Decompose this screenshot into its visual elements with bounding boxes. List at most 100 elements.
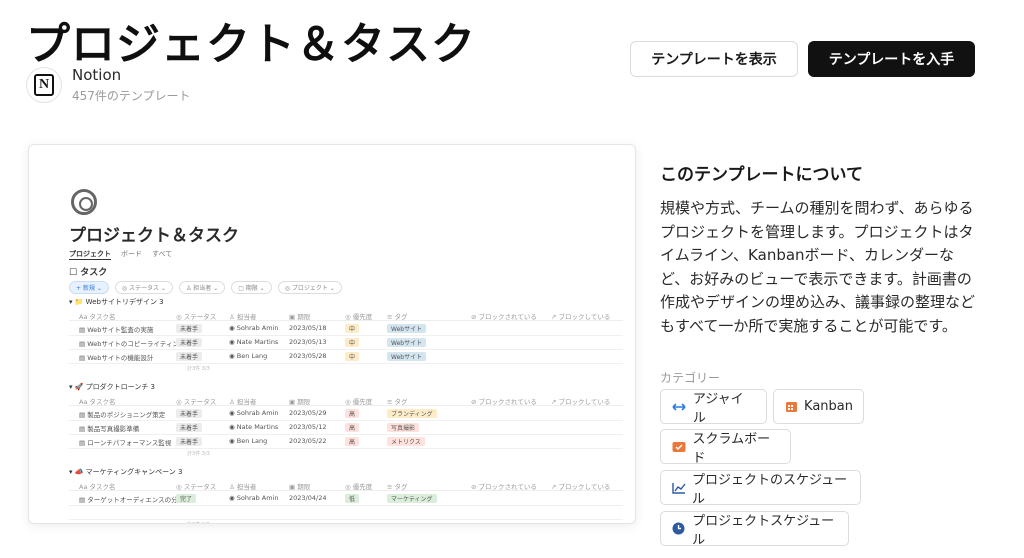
preview-cell: 2023/05/12 [289, 423, 327, 431]
preview-column-header: ♙ 担当者 [229, 313, 257, 321]
preview-table-row: ▤ 製品のポジショニング策定 未着手 ◉ Sohrab Amin 2023/05/29… [69, 407, 623, 421]
preview-filter: ♙ 担当者 ⌄ [178, 281, 226, 294]
preview-cell: 中 [345, 324, 360, 333]
preview-cell: Webサイト [387, 352, 427, 361]
preview-cell: Webサイト [387, 338, 427, 347]
preview-column-header: ▣ 期限 [289, 398, 311, 406]
preview-cell: 未着手 [176, 352, 203, 361]
preview-cell: ◉ Ben Lang [229, 437, 268, 445]
preview-column-header: ▣ 期限 [289, 313, 311, 321]
preview-column-header: ≡ タグ [387, 313, 408, 321]
preview-chip: Webサイト [387, 338, 427, 347]
preview-cell: メトリクス [387, 437, 425, 446]
preview-column-header: ↗ ブロックしている [551, 398, 611, 406]
preview-column-header: ▣ 期限 [289, 483, 311, 491]
preview-cell: 中 [345, 352, 360, 361]
preview-chip: Webサイト [387, 352, 427, 361]
preview-header-row: Aa タスク名 ◎ ステータス ♙ 担当者 ▣ 期限 ◎ 優先度 ≡ タグ ⊘ ブロックされ… [69, 309, 623, 321]
preview-chip: メトリクス [387, 437, 425, 446]
view-template-button[interactable]: テンプレートを表示 [630, 41, 798, 77]
category-agile[interactable]: アジャイル [660, 389, 767, 426]
preview-chip: Webサイト [387, 324, 427, 333]
get-template-button[interactable]: テンプレートを入手 [808, 41, 975, 77]
preview-chip: 高 [345, 409, 360, 418]
target-icon [71, 189, 97, 215]
preview-group-title: ▾ 📣 マーケティングキャンペーン 3 [69, 468, 183, 476]
preview-cell: 未着手 [176, 409, 203, 418]
preview-cell: 完了 [176, 494, 197, 503]
preview-views: プロジェクト ボード すべて [69, 249, 172, 260]
preview-column-header: ◎ ステータス [176, 398, 217, 406]
preview-chip: 未着手 [176, 338, 203, 347]
about-title: このテンプレートについて [660, 165, 863, 185]
preview-cell: ◉ Nate Martins [229, 423, 279, 431]
preview-view-tab: すべて [152, 250, 173, 258]
preview-cell: 高 [345, 423, 360, 432]
notion-logo-icon: N [26, 67, 62, 103]
preview-chip: ブランディング [387, 409, 437, 418]
preview-filter: ◎ プロジェクト ⌄ [277, 281, 342, 294]
preview-column-header: ⊘ ブロックされている [471, 313, 537, 321]
preview-chip: 中 [345, 352, 360, 361]
preview-table-row: ▤ Webサイトのコピーライティング 未着手 ◉ Nate Martins 2023/… [69, 336, 623, 350]
preview-column-header: ≡ タグ [387, 483, 408, 491]
category-label-text: Kanban [804, 399, 853, 414]
clock-icon [671, 521, 686, 537]
preview-table-row: ▤ ローンチパフォーマンス監視 未着手 ◉ Ben Lang 2023/05/22 高 メ… [69, 435, 623, 449]
preview-cell: 低 [345, 494, 360, 503]
preview-column-header: ◎ 優先度 [345, 398, 373, 406]
preview-column-header: ⊘ ブロックされている [471, 483, 537, 491]
preview-cell: ▤ Webサイト監査の実施 [79, 326, 154, 334]
preview-column-header: ◎ 優先度 [345, 313, 373, 321]
chart-line-icon [671, 480, 686, 496]
preview-column-header: ↗ ブロックしている [551, 483, 611, 491]
preview-cell: マーケティング [387, 494, 437, 503]
template-preview[interactable]: プロジェクト＆タスク プロジェクト ボード すべて ☐ タスク + 新規 ⌄ ◎… [28, 144, 636, 524]
preview-view-tab: ボード [121, 250, 142, 258]
preview-cell: 2023/05/28 [289, 352, 327, 360]
board-icon [671, 439, 686, 455]
category-scrum-board[interactable]: スクラムボード [660, 429, 791, 466]
preview-column-header: Aa タスク名 [79, 483, 116, 491]
preview-cell: ▤ 製品のポジショニング策定 [79, 411, 166, 419]
preview-chip: 未着手 [176, 423, 203, 432]
category-label-text: スクラムボード [692, 431, 771, 466]
preview-cell: ▤ Webサイトの機能設計 [79, 354, 154, 362]
calendar-icon [784, 399, 798, 415]
preview-cell: 写真撮影 [387, 423, 420, 432]
preview-view-tab: プロジェクト [69, 250, 111, 260]
preview-group-footer: 計3件 3/3 [187, 451, 210, 457]
preview-cell: ▤ ターゲットオーディエンスの分析 [79, 496, 185, 504]
preview-chip: 高 [345, 423, 360, 432]
category-kanban[interactable]: Kanban [773, 389, 864, 424]
category-label-text: アジャイル [692, 391, 744, 426]
preview-cell: 高 [345, 409, 360, 418]
preview-chip: 未着手 [176, 324, 203, 333]
preview-table-row: ▤ ターゲットオーディエンスの分析 完了 ◉ Sohrab Amin 2023/04/… [69, 492, 623, 506]
preview-cell: ◉ Ben Lang [229, 352, 268, 360]
preview-chip: 未着手 [176, 352, 203, 361]
preview-chip: 中 [345, 324, 360, 333]
preview-header-row: Aa タスク名 ◎ ステータス ♙ 担当者 ▣ 期限 ◎ 優先度 ≡ タグ ⊘ ブロックされ… [69, 479, 623, 491]
preview-filter: + 新規 ⌄ [69, 281, 109, 294]
preview-table-row: ▤ Webサイトの機能設計 未着手 ◉ Ben Lang 2023/05/28 中 Web… [69, 350, 623, 364]
page-title: プロジェクト＆タスク [26, 19, 476, 70]
preview-cell: 未着手 [176, 324, 203, 333]
preview-chip: 未着手 [176, 409, 203, 418]
preview-cell: ▤ 製品写真撮影準備 [79, 425, 140, 433]
preview-column-header: ◎ 優先度 [345, 483, 373, 491]
category-project-schedule-2[interactable]: プロジェクトスケジュール [660, 511, 849, 548]
preview-cell: 2023/05/22 [289, 437, 327, 445]
creator[interactable]: N Notion 457件のテンプレート [26, 66, 191, 104]
template-count: 457件のテンプレート [72, 89, 191, 103]
category-label: カテゴリー [660, 371, 721, 385]
preview-column-header: Aa タスク名 [79, 398, 116, 406]
preview-column-header: ◎ ステータス [176, 313, 217, 321]
creator-name[interactable]: Notion [72, 66, 191, 84]
preview-cell: ◉ Sohrab Amin [229, 409, 279, 417]
preview-filter: ▢ 期限 ⌄ [231, 281, 272, 294]
preview-group-title: ▾ 📁 Webサイトリデザイン 3 [69, 298, 164, 306]
category-project-schedule-1[interactable]: プロジェクトのスケジュール [660, 470, 861, 507]
preview-chip: 高 [345, 437, 360, 446]
preview-cell: 未着手 [176, 437, 203, 446]
